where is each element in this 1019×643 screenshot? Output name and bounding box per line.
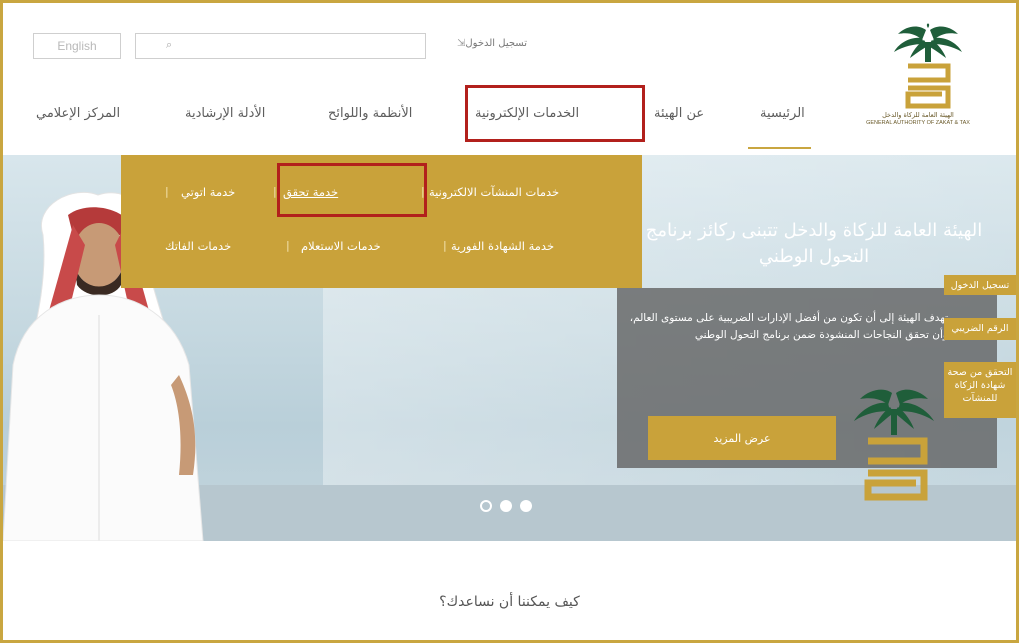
main-nav: الرئيسية عن الهيئة الخدمات الإلكترونية ا… [0,106,1019,146]
nav-item-regulations[interactable]: الأنظمة واللوائح [328,106,412,121]
nav-active-indicator [748,147,811,149]
search-icon[interactable]: ⌕ [166,38,172,52]
nav-item-media-center[interactable]: المركز الإعلامي [36,106,120,121]
nav-item-e-services[interactable]: الخدمات الإلكترونية [475,106,579,121]
slider-dot-2[interactable] [500,500,512,512]
dropdown-item-business-services[interactable]: خدمات المنشآت الالكترونية [429,185,559,199]
dropdown-separator: | [165,185,169,198]
hero-description: تهدف الهيئة إلى أن تكون من أفضل الإدارات… [629,312,948,341]
language-button[interactable]: English [33,33,121,59]
e-services-dropdown: خدمات المنشآت الالكترونية | خدمة تحقق | … [121,155,642,288]
slider-dot-1[interactable] [480,500,492,512]
login-link[interactable]: تسجيل الدخول⇲ [454,38,527,49]
nav-item-home[interactable]: الرئيسية [760,106,805,121]
hero-title: الهيئة العامة للزكاة والدخل تتبنى ركائز … [645,220,983,267]
nav-item-about[interactable]: عن الهيئة [654,106,704,121]
dropdown-item-invoice[interactable]: خدمات الفاتك [165,239,231,253]
login-link-label: تسجيل الدخول [465,38,528,49]
side-tab-login[interactable]: تسجيل الدخول [944,275,1016,295]
dropdown-separator: | [443,239,447,252]
help-title: كيف يمكننا أن نساعدك؟ [439,594,580,610]
dropdown-separator: | [273,185,277,198]
search-box[interactable]: ⌕ [135,33,426,59]
dropdown-separator: | [286,239,290,252]
side-tab-tax-number[interactable]: الرقم الضريبي [944,318,1016,340]
hero-zakat-logo [854,389,934,501]
nav-item-guides[interactable]: الأدلة الإرشادية [185,106,265,121]
slider-dot-3[interactable] [520,500,532,512]
search-input[interactable] [176,34,410,58]
dropdown-item-instant-certificate[interactable]: خدمة الشهادة الفورية [451,239,554,253]
dropdown-item-tahaqaq[interactable]: خدمة تحقق [283,185,338,199]
side-tab-verify-certificate[interactable]: التحقق من صحة شهادة الزكاة للمنشآت [944,362,1016,418]
dropdown-item-third[interactable]: خدمة اتوتي [181,185,235,199]
dropdown-item-inquiry[interactable]: خدمات الاستعلام [301,239,381,253]
dropdown-separator: | [421,185,425,198]
more-button[interactable]: عرض المزيد [648,416,836,460]
